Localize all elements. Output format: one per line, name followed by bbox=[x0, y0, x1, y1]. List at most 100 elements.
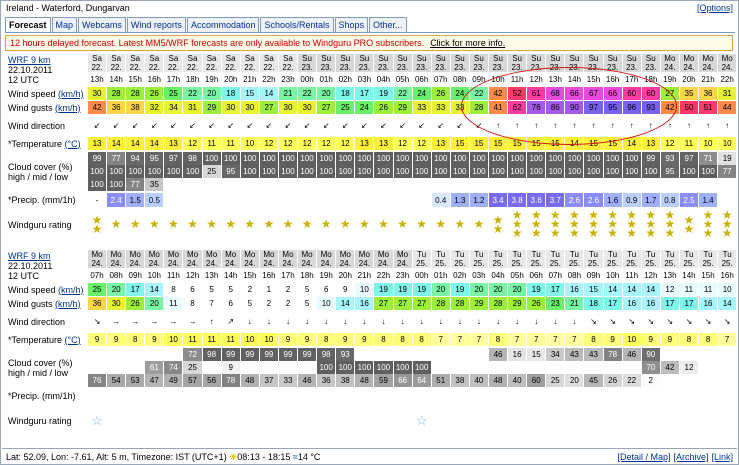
precip-cell: 1.7 bbox=[640, 192, 661, 208]
precip-cell bbox=[659, 388, 680, 404]
cloud-value bbox=[718, 374, 736, 387]
wind-arrow-icon: → bbox=[163, 310, 184, 333]
cloud-value: 99 bbox=[642, 152, 660, 165]
more-info-link[interactable]: Click for more info. bbox=[430, 38, 505, 48]
rating-cell bbox=[545, 403, 566, 438]
day-date: 24. bbox=[320, 259, 332, 268]
precip-cell: 1.5 bbox=[125, 192, 146, 208]
tab-shops[interactable]: Shops bbox=[334, 17, 369, 32]
cloud-value bbox=[241, 178, 259, 191]
precip-cell bbox=[277, 192, 299, 208]
day-cell: Tu 25. bbox=[602, 249, 623, 269]
star-icon: ★ bbox=[187, 217, 198, 231]
temperature-cell: 10 bbox=[717, 136, 738, 151]
wind-gust-cell: 28 bbox=[430, 296, 451, 311]
cloud-value: 100 bbox=[451, 152, 469, 165]
cloud-value: 100 bbox=[355, 361, 373, 374]
temperature-cell: 10 bbox=[697, 136, 719, 151]
cloud-cell: 100 100 bbox=[468, 150, 489, 193]
hour-cell: 05h bbox=[392, 72, 413, 87]
wind-gusts-label-unit-link[interactable]: (km/h) bbox=[55, 103, 81, 113]
hour-cell: 18h bbox=[297, 268, 318, 283]
cloud-value bbox=[183, 178, 202, 191]
wind-speed-label-unit-link[interactable]: (km/h) bbox=[58, 89, 84, 99]
day-name: Tu bbox=[436, 250, 446, 260]
temperature-cell: 10 bbox=[239, 136, 260, 151]
footer-link-2[interactable]: [Link] bbox=[711, 452, 733, 462]
tab-map[interactable]: Map bbox=[51, 17, 78, 32]
cloud-value bbox=[222, 178, 240, 191]
cloud-value: 94 bbox=[126, 152, 144, 165]
precip-cell bbox=[86, 388, 108, 404]
wind-speed-label-unit-link[interactable]: (km/h) bbox=[58, 285, 84, 295]
tab-schools-rentals[interactable]: Schools/Rentals bbox=[260, 17, 334, 32]
temperature-label-unit-link[interactable]: (°C) bbox=[65, 335, 81, 345]
temperature-cell: 8 bbox=[316, 332, 337, 347]
footer-link-0[interactable]: [Detail / Map] bbox=[617, 452, 670, 462]
temperature-cell: 9 bbox=[297, 332, 318, 347]
model-utc: 12 UTC bbox=[8, 75, 40, 85]
wind-gust-cell: 30 bbox=[106, 296, 127, 311]
cloud-value bbox=[374, 348, 392, 361]
footer-link-1[interactable]: [Archive] bbox=[673, 452, 708, 462]
cloud-value: 100 bbox=[374, 165, 392, 178]
precip-cell bbox=[163, 192, 184, 208]
temperature-cell: 9 bbox=[335, 332, 356, 347]
tab-accommodation[interactable]: Accommodation bbox=[186, 17, 260, 32]
rating-cell: ★ bbox=[239, 207, 260, 242]
temperature-cell: 8 bbox=[411, 332, 432, 347]
day-name: Su bbox=[626, 54, 637, 64]
tab-other[interactable]: Other... bbox=[369, 17, 407, 32]
cloud-value bbox=[451, 348, 469, 361]
temperature-cell: 8 bbox=[373, 332, 394, 347]
temperature-cell: 11 bbox=[220, 332, 241, 347]
wind-arrow-icon: ↙ bbox=[258, 114, 279, 137]
hour-cell: 00h bbox=[297, 72, 318, 87]
cloud-cell: 100 66 bbox=[392, 346, 413, 389]
wind-gust-cell: 33 bbox=[411, 100, 432, 115]
day-name: Sa bbox=[130, 54, 141, 64]
wind-gust-cell: 23 bbox=[545, 296, 566, 311]
temperature-cell: 14 bbox=[125, 136, 146, 151]
precip-cell bbox=[621, 388, 642, 404]
rating-cell bbox=[678, 403, 700, 438]
tab-forecast[interactable]: Forecast bbox=[5, 17, 51, 32]
wind-speed-cell: 25 bbox=[163, 86, 184, 101]
temperature-label-unit-link[interactable]: (°C) bbox=[65, 139, 81, 149]
temperature-cell: 8 bbox=[125, 332, 146, 347]
tab-webcams[interactable]: Webcams bbox=[78, 17, 126, 32]
wind-gusts-label-unit-link[interactable]: (km/h) bbox=[55, 299, 81, 309]
cloud-value: 100 bbox=[374, 152, 392, 165]
day-name: Mo bbox=[396, 250, 409, 260]
cloud-value bbox=[527, 361, 545, 374]
day-date: 24. bbox=[225, 259, 237, 268]
day-name: Mo bbox=[282, 250, 294, 260]
cloud-value: 100 bbox=[107, 178, 125, 191]
precip-cell: 3.4 bbox=[487, 192, 509, 208]
day-cell: Mo 24. bbox=[182, 249, 203, 269]
wind-arrow-icon: ↓ bbox=[373, 310, 394, 333]
wind-arrow-icon: ↙ bbox=[106, 114, 127, 137]
day-name: Tu bbox=[588, 250, 598, 260]
wind-direction-label: Wind direction bbox=[5, 114, 88, 137]
star-icon: ★ bbox=[588, 226, 599, 240]
star-icon: ★ bbox=[702, 226, 714, 240]
precip-cell bbox=[717, 192, 738, 208]
model-link[interactable]: WRF 9 km bbox=[8, 251, 51, 261]
wind-speed-cell: 5 bbox=[201, 282, 222, 297]
cloud-value: 47 bbox=[145, 374, 163, 387]
wind-speed-cell: 15 bbox=[583, 282, 604, 297]
day-cell: Tu 25. bbox=[583, 249, 604, 269]
day-cell: Su 23. bbox=[316, 53, 337, 73]
precip-cell bbox=[392, 192, 413, 208]
precip-label-text: *Precip. (mm/1h) bbox=[8, 391, 76, 401]
options-link[interactable]: [Options] bbox=[697, 3, 733, 13]
temperature-cell: 15 bbox=[468, 136, 489, 151]
cloud-value bbox=[623, 361, 641, 374]
day-cell: Tu 25. bbox=[659, 249, 680, 269]
wind-speed-cell: 52 bbox=[507, 86, 528, 101]
tab-wind-reports[interactable]: Wind reports bbox=[126, 17, 186, 32]
model-link[interactable]: WRF 9 km bbox=[8, 55, 51, 65]
wind-speed-label: Wind speed (km/h) bbox=[5, 282, 88, 297]
forecast-table-2: WRF 9 km 22.10.2011 12 UTC Mo 24. Mo 24. Mo 24. M… bbox=[5, 249, 738, 438]
